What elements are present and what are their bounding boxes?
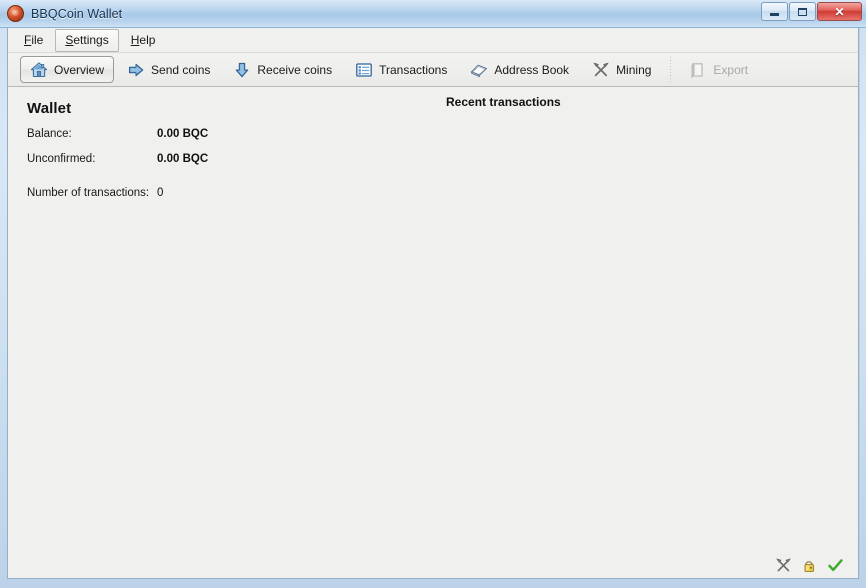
main-toolbar: Overview Send coins Receive coins Transa…: [8, 52, 858, 87]
clipboard-icon: [691, 61, 703, 78]
wallet-title: Wallet: [27, 100, 72, 117]
menu-item-settings-label: ettings: [73, 32, 109, 47]
unconfirmed-row: Unconfirmed: 0.00 BQC: [27, 153, 357, 165]
transaction-count-value: 0: [157, 187, 164, 199]
menu-item-file-label: ile: [31, 32, 44, 47]
sync-check-icon[interactable]: [827, 557, 844, 574]
content-area: Wallet Balance: 0.00 BQC Unconfirmed: 0.…: [8, 87, 858, 552]
address-book-icon: [471, 64, 488, 77]
window-controls: ✕: [760, 2, 862, 21]
toolbar-button-mining[interactable]: Mining: [582, 56, 661, 83]
application-window: BBQCoin Wallet ✕ File Settings Help Over…: [0, 0, 866, 588]
title-bar[interactable]: BBQCoin Wallet ✕: [0, 0, 866, 28]
balance-label: Balance:: [27, 128, 72, 140]
menu-item-help-label: elp: [139, 32, 156, 47]
toolbar-button-overview-label: Overview: [54, 62, 105, 77]
toolbar-button-send-coins-label: Send coins: [151, 62, 211, 77]
toolbar-button-transactions[interactable]: Transactions: [345, 56, 457, 83]
toolbar-button-address-book-label: Address Book: [494, 62, 570, 77]
recent-transactions-list[interactable]: [446, 119, 848, 542]
close-button[interactable]: ✕: [817, 2, 862, 21]
balance-value: 0.00 BQC: [157, 128, 209, 140]
toolbar-button-send-coins[interactable]: Send coins: [117, 56, 220, 83]
toolbar-button-mining-label: Mining: [616, 62, 652, 77]
recent-transactions-title: Recent transactions: [446, 95, 561, 109]
toolbar-button-export-label: Export: [713, 62, 749, 77]
toolbar-button-address-book[interactable]: Address Book: [460, 56, 579, 83]
transaction-count-label: Number of transactions:: [27, 187, 150, 199]
arrow-right-icon: [129, 63, 144, 76]
overview-page: Wallet Balance: 0.00 BQC Unconfirmed: 0.…: [8, 87, 858, 552]
maximize-button[interactable]: [789, 2, 816, 21]
menu-item-file[interactable]: File: [14, 29, 53, 52]
unconfirmed-label: Unconfirmed:: [27, 153, 96, 165]
toolbar-separator: [670, 57, 672, 82]
window-edge-highlight: [859, 28, 860, 579]
hammers-icon: [593, 61, 609, 76]
bbqcoin-logo-icon: [7, 5, 24, 22]
wallet-lock-icon[interactable]: [801, 557, 818, 574]
status-bar: [8, 552, 858, 578]
toolbar-button-receive-coins-label: Receive coins: [257, 62, 333, 77]
menu-item-settings[interactable]: Settings: [55, 28, 119, 52]
menu-item-help[interactable]: Help: [121, 29, 166, 52]
toolbar-button-export[interactable]: Export: [679, 56, 758, 83]
mining-hammers-icon[interactable]: [775, 557, 792, 574]
title-bar-left: BBQCoin Wallet: [0, 5, 122, 22]
unconfirmed-value: 0.00 BQC: [157, 153, 209, 165]
menu-bar: File Settings Help: [8, 28, 858, 52]
toolbar-button-receive-coins[interactable]: Receive coins: [223, 56, 342, 83]
list-icon: [356, 62, 372, 77]
maximize-icon: [798, 7, 807, 16]
window-title: BBQCoin Wallet: [31, 6, 123, 21]
transaction-count-row: Number of transactions: 0: [27, 187, 357, 199]
client-area: File Settings Help Overview Send coins R…: [7, 28, 859, 579]
minimize-button[interactable]: [761, 2, 788, 21]
arrow-down-icon: [236, 62, 249, 77]
balance-row: Balance: 0.00 BQC: [27, 128, 357, 140]
toolbar-button-overview[interactable]: Overview: [20, 56, 115, 83]
minimize-icon: [770, 13, 779, 16]
close-icon: ✕: [834, 4, 845, 19]
toolbar-button-transactions-label: Transactions: [379, 62, 448, 77]
home-icon: [30, 61, 48, 77]
wallet-panel: Wallet Balance: 0.00 BQC Unconfirmed: 0.…: [27, 100, 357, 212]
